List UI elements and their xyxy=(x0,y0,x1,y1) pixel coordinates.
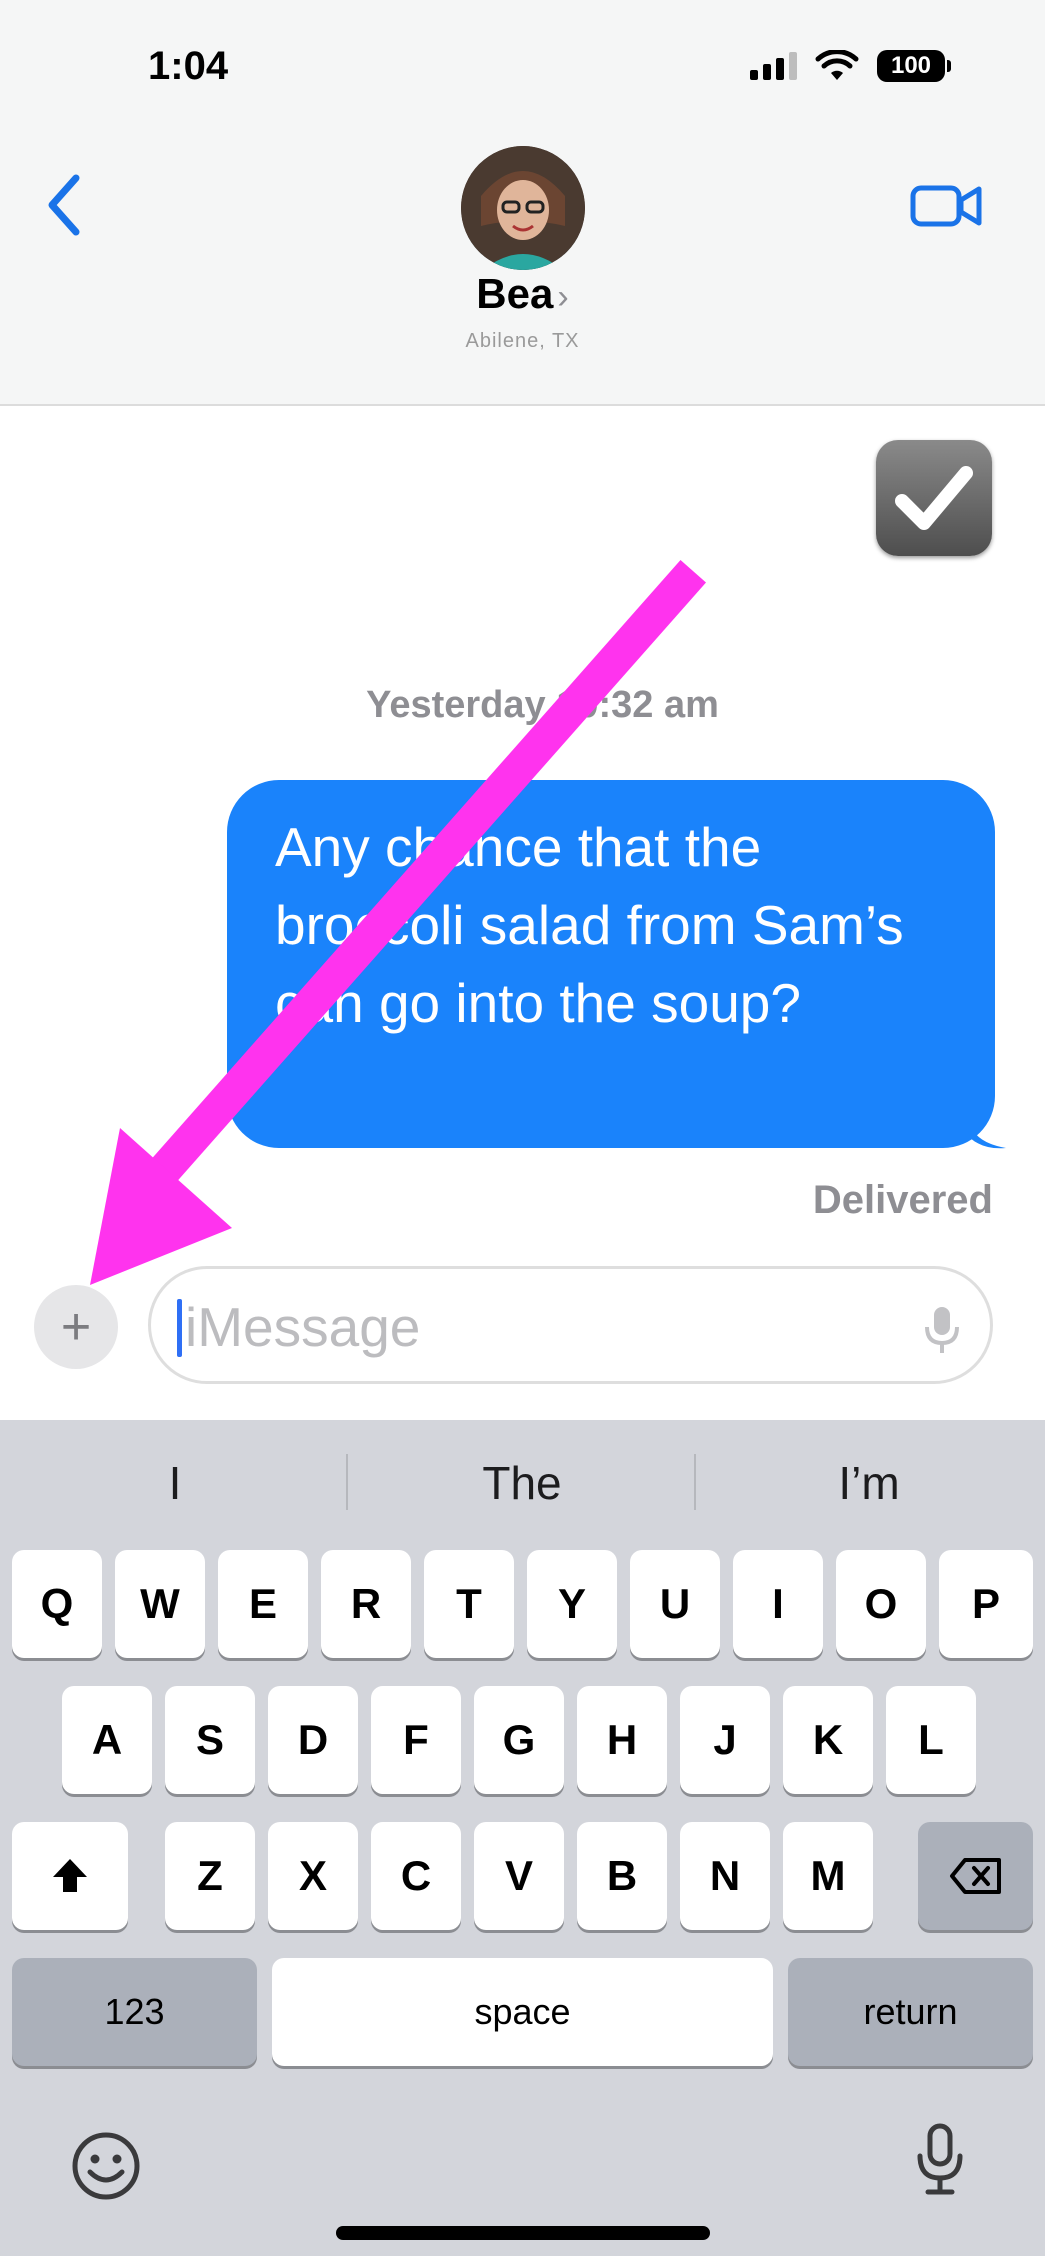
key-h[interactable]: H xyxy=(577,1686,667,1794)
key-m[interactable]: M xyxy=(783,1822,873,1930)
key-z[interactable]: Z xyxy=(165,1822,255,1930)
key-v[interactable]: V xyxy=(474,1822,564,1930)
plus-button[interactable]: + xyxy=(34,1285,118,1369)
avatar-photo-icon xyxy=(461,146,585,270)
key-g[interactable]: G xyxy=(474,1686,564,1794)
space-key[interactable]: space xyxy=(272,1958,773,2066)
suggestion-1[interactable]: I xyxy=(10,1456,340,1510)
shift-arrow-icon xyxy=(53,1859,87,1892)
key-c[interactable]: C xyxy=(371,1822,461,1930)
key-x[interactable]: X xyxy=(268,1822,358,1930)
sent-message-bubble[interactable]: Any chance that the broccoli salad from … xyxy=(227,780,995,1148)
key-t[interactable]: T xyxy=(424,1550,514,1658)
bubble-tail xyxy=(970,1120,1006,1149)
key-f[interactable]: F xyxy=(371,1686,461,1794)
key-k[interactable]: K xyxy=(783,1686,873,1794)
keyboard: I The I’m Q W E R T Y U I O P A S D F G … xyxy=(0,1420,1045,2256)
message-timestamp: Yesterday 10:32 am xyxy=(366,684,719,726)
key-q[interactable]: Q xyxy=(12,1550,102,1658)
key-d[interactable]: D xyxy=(268,1686,358,1794)
key-p[interactable]: P xyxy=(939,1550,1033,1658)
shift-key[interactable] xyxy=(12,1822,128,1930)
delivery-status: Delivered xyxy=(812,1178,993,1222)
contact-location: Abilene, TX xyxy=(465,330,580,352)
battery-icon: 100 xyxy=(877,50,951,82)
suggestion-divider xyxy=(346,1454,348,1510)
checkmark-sticker[interactable] xyxy=(876,440,992,556)
key-b[interactable]: B xyxy=(577,1822,667,1930)
key-j[interactable]: J xyxy=(680,1686,770,1794)
cellular-signal-icon xyxy=(750,52,797,80)
input-placeholder: iMessage xyxy=(185,1296,421,1358)
predictive-suggestions: I The I’m xyxy=(0,1420,1045,1532)
checkmark-icon xyxy=(895,466,973,530)
home-indicator xyxy=(336,2226,710,2240)
status-icons: 100 xyxy=(750,50,951,82)
wifi-icon xyxy=(815,50,859,80)
key-r[interactable]: R xyxy=(321,1550,411,1658)
text-cursor xyxy=(177,1299,182,1357)
suggestion-2[interactable]: The xyxy=(357,1456,687,1510)
suggestion-divider xyxy=(694,1454,696,1510)
key-i[interactable]: I xyxy=(733,1550,823,1658)
key-n[interactable]: N xyxy=(680,1822,770,1930)
chevron-right-icon: › xyxy=(557,278,569,316)
return-key[interactable]: return xyxy=(788,1958,1033,2066)
key-w[interactable]: W xyxy=(115,1550,205,1658)
contact-name[interactable]: Bea › xyxy=(0,270,1045,318)
numbers-key[interactable]: 123 xyxy=(12,1958,257,2066)
key-l[interactable]: L xyxy=(886,1686,976,1794)
suggestion-3[interactable]: I’m xyxy=(704,1456,1034,1510)
key-y[interactable]: Y xyxy=(527,1550,617,1658)
delete-key[interactable] xyxy=(918,1822,1033,1930)
key-u[interactable]: U xyxy=(630,1550,720,1658)
dictation-mic-icon[interactable] xyxy=(922,1305,962,1355)
imessage-input[interactable]: iMessage xyxy=(148,1266,993,1384)
backspace-icon xyxy=(949,1858,1001,1894)
key-a[interactable]: A xyxy=(62,1686,152,1794)
key-e[interactable]: E xyxy=(218,1550,308,1658)
back-chevron-icon[interactable] xyxy=(40,170,90,240)
key-o[interactable]: O xyxy=(836,1550,926,1658)
contact-name-text: Bea xyxy=(476,270,554,317)
video-camera-icon[interactable] xyxy=(909,180,983,232)
status-time: 1:04 xyxy=(148,44,229,88)
dictation-mic-icon[interactable] xyxy=(900,2120,980,2200)
conversation-header: 1:04 100 Bea › Abilene, TX xyxy=(0,0,1045,406)
key-s[interactable]: S xyxy=(165,1686,255,1794)
emoji-icon[interactable] xyxy=(66,2126,146,2206)
contact-avatar[interactable] xyxy=(461,146,585,270)
